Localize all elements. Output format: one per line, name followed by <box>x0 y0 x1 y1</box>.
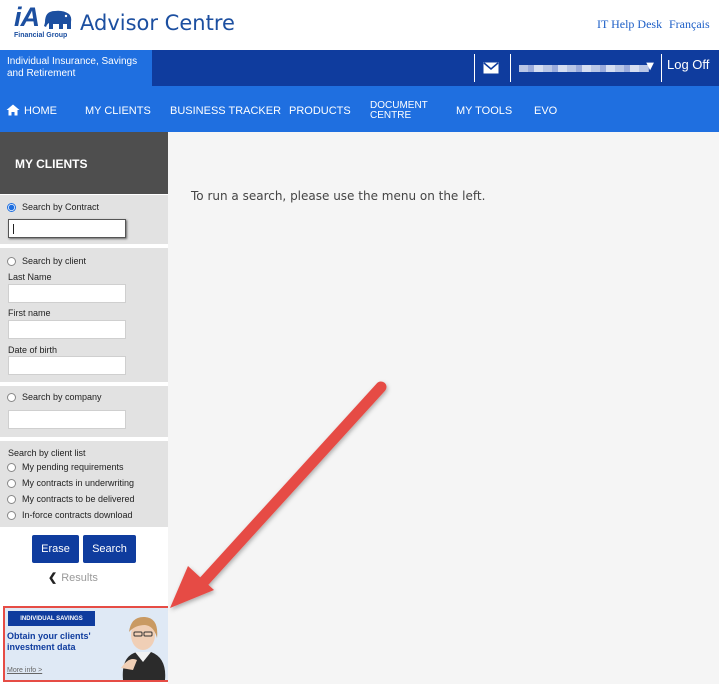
client-list-panel: Search by client list My pending require… <box>0 441 168 527</box>
top-header: iA Financial Group Advisor Centre IT Hel… <box>0 0 719 50</box>
radio-contracts-underwriting[interactable]: My contracts in underwriting <box>7 478 134 488</box>
sidebar-title: MY CLIENTS <box>0 132 168 194</box>
radio-unselected-icon <box>7 256 16 266</box>
pending-requirements-label: My pending requirements <box>22 462 124 472</box>
ad-headline: Obtain your clients' investment data <box>7 631 91 652</box>
main-navigation: HOME MY CLIENTS BUSINESS TRACKER PRODUCT… <box>0 86 719 132</box>
date-of-birth-label: Date of birth <box>8 345 58 355</box>
inforce-download-label: In-force contracts download <box>22 510 133 520</box>
it-help-desk-link[interactable]: IT Help Desk <box>597 17 662 32</box>
search-instruction-message: To run a search, please use the menu on … <box>191 189 486 203</box>
home-icon[interactable] <box>6 104 20 116</box>
radio-unselected-icon <box>7 392 16 402</box>
radio-unselected-icon <box>7 478 16 488</box>
contracts-delivered-label: My contracts to be delivered <box>22 494 135 504</box>
main-content: To run a search, please use the menu on … <box>168 132 719 684</box>
nav-my-clients[interactable]: MY CLIENTS <box>85 105 151 117</box>
language-link[interactable]: Français <box>669 17 710 32</box>
radio-unselected-icon <box>7 494 16 504</box>
chevron-left-icon: ❮ <box>48 572 58 584</box>
search-by-contract-label: Search by Contract <box>22 202 100 212</box>
text-cursor <box>13 224 14 234</box>
radio-pending-requirements[interactable]: My pending requirements <box>7 462 124 472</box>
search-by-client-label: Search by client <box>22 256 87 266</box>
nav-my-tools[interactable]: MY TOOLS <box>456 105 512 117</box>
client-search-panel: Search by client Last Name First name Da… <box>0 248 168 382</box>
search-sidebar: MY CLIENTS Search by Contract Search by … <box>0 132 168 684</box>
date-of-birth-input[interactable] <box>8 356 126 375</box>
radio-contracts-delivered[interactable]: My contracts to be delivered <box>7 494 135 504</box>
logo-subtitle: Financial Group <box>14 32 68 39</box>
first-name-label: First name <box>8 308 51 318</box>
nav-document-centre[interactable]: DOCUMENT CENTRE <box>370 101 428 121</box>
logo-text: iA <box>14 2 40 32</box>
last-name-input[interactable] <box>8 284 126 303</box>
account-bar: Individual Insurance, Savings and Retire… <box>0 50 719 86</box>
envelope-icon <box>483 62 498 74</box>
woman-portrait-image <box>107 608 169 680</box>
nav-evo[interactable]: EVO <box>534 105 557 117</box>
individual-savings-ad[interactable]: INDIVIDUAL SAVINGS Obtain your clients' … <box>3 606 171 682</box>
nav-business-tracker[interactable]: BUSINESS TRACKER <box>170 105 281 117</box>
contract-number-input[interactable] <box>8 219 126 238</box>
nav-home[interactable]: HOME <box>24 105 57 117</box>
results-label: Results <box>61 572 98 584</box>
erase-button[interactable]: Erase <box>32 535 79 563</box>
last-name-label: Last Name <box>8 272 52 282</box>
site-title: Advisor Centre <box>80 11 235 35</box>
nav-document-line2: CENTRE <box>370 110 412 121</box>
log-off-button[interactable]: Log Off <box>667 57 709 72</box>
caret-down-icon: ▼ <box>646 61 654 72</box>
radio-search-by-contract[interactable]: Search by Contract <box>7 202 99 212</box>
radio-unselected-icon <box>7 510 16 520</box>
nav-products[interactable]: PRODUCTS <box>289 105 351 117</box>
search-button[interactable]: Search <box>83 535 136 563</box>
elephant-logo-icon <box>44 10 72 30</box>
company-search-panel: Search by company <box>0 386 168 437</box>
radio-selected-icon <box>7 202 16 212</box>
ad-more-info-link[interactable]: More info > <box>7 667 42 674</box>
contract-search-panel: Search by Contract <box>0 195 168 244</box>
search-by-company-label: Search by company <box>22 392 102 402</box>
user-name-redacted <box>519 65 649 72</box>
client-list-title: Search by client list <box>8 448 86 458</box>
radio-search-by-company[interactable]: Search by company <box>7 392 102 402</box>
company-input[interactable] <box>8 410 126 429</box>
ia-logo[interactable]: iA Financial Group <box>14 2 74 42</box>
section-label: Individual Insurance, Savings and Retire… <box>0 50 152 86</box>
results-link[interactable]: ❮ Results <box>48 571 98 584</box>
radio-unselected-icon <box>7 462 16 472</box>
ad-tag: INDIVIDUAL SAVINGS <box>8 611 95 626</box>
contracts-underwriting-label: My contracts in underwriting <box>22 478 135 488</box>
radio-search-by-client[interactable]: Search by client <box>7 256 86 266</box>
messages-button[interactable] <box>474 54 506 82</box>
user-account-dropdown[interactable]: ▼ <box>510 54 662 82</box>
radio-inforce-download[interactable]: In-force contracts download <box>7 510 133 520</box>
first-name-input[interactable] <box>8 320 126 339</box>
